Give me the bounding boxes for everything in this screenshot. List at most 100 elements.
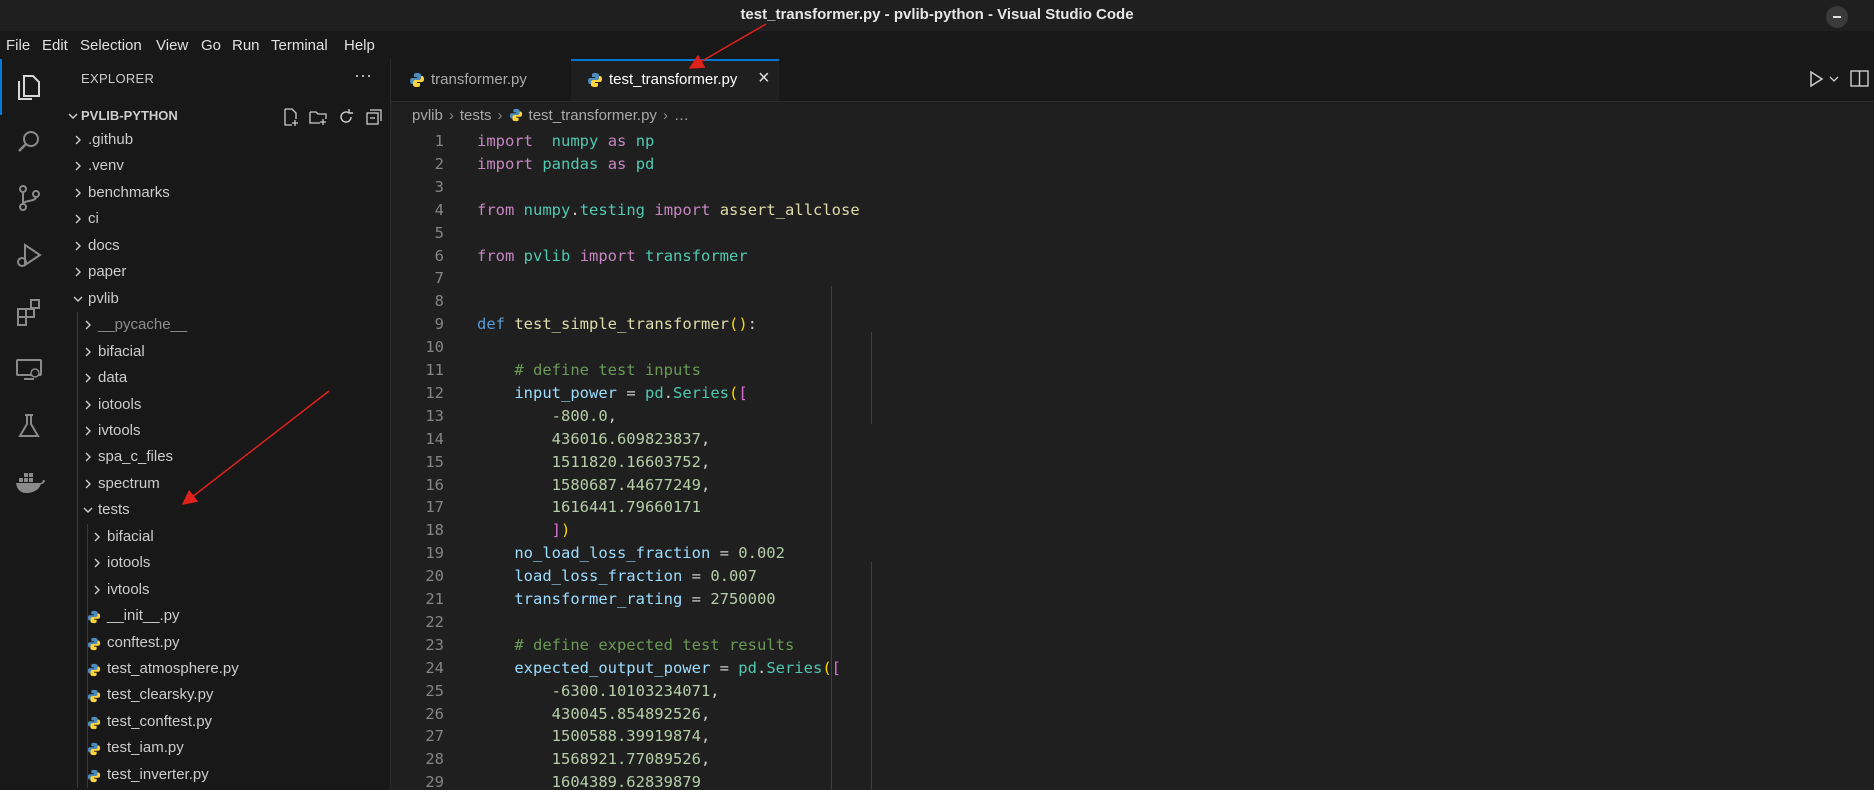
tree-folder[interactable]: tests bbox=[58, 497, 390, 523]
new-file-icon[interactable] bbox=[280, 107, 300, 127]
breadcrumb-pvlib[interactable]: pvlib bbox=[412, 107, 443, 124]
tree-folder[interactable]: .venv bbox=[58, 153, 390, 179]
tree-folder[interactable]: docs bbox=[58, 233, 390, 259]
tree-item-label: bifacial bbox=[98, 342, 145, 360]
tree-folder[interactable]: spectrum bbox=[58, 471, 390, 497]
menu-run[interactable]: Run bbox=[232, 37, 260, 54]
close-tab-icon[interactable]: × bbox=[758, 67, 770, 90]
tree-folder[interactable]: __pycache__ bbox=[58, 312, 390, 338]
line-number: 20 bbox=[425, 567, 444, 586]
tree-file[interactable]: conftest.py bbox=[58, 630, 390, 656]
code-text: -800.0, bbox=[477, 407, 617, 425]
remote-explorer-icon[interactable] bbox=[11, 351, 47, 387]
collapse-all-icon[interactable] bbox=[364, 107, 384, 127]
tree-folder[interactable]: data bbox=[58, 365, 390, 391]
tree-file[interactable]: test_iam.py bbox=[58, 735, 390, 761]
menu-help[interactable]: Help bbox=[344, 37, 375, 54]
code-token: 1580687.44677249 bbox=[551, 475, 701, 494]
menu-edit[interactable]: Edit bbox=[42, 37, 68, 54]
testing-icon[interactable] bbox=[11, 408, 47, 444]
source-control-icon[interactable] bbox=[11, 180, 47, 216]
tree-item-label: paper bbox=[88, 263, 127, 281]
code-token: testing bbox=[579, 200, 646, 219]
code-token: import bbox=[477, 132, 533, 150]
code-token: = bbox=[710, 544, 739, 563]
tree-item-label: iotools bbox=[107, 554, 151, 572]
minimize-button[interactable] bbox=[1826, 6, 1848, 28]
tree-folder[interactable]: iotools bbox=[58, 392, 390, 418]
run-file-icon[interactable] bbox=[1807, 69, 1843, 89]
menu-terminal[interactable]: Terminal bbox=[271, 37, 328, 54]
refresh-icon[interactable] bbox=[336, 107, 356, 127]
chevron-right-icon bbox=[85, 426, 91, 436]
tree-folder[interactable]: bifacial bbox=[58, 524, 390, 550]
files-icon[interactable] bbox=[11, 69, 47, 105]
menu-go[interactable]: Go bbox=[201, 37, 221, 54]
chevron-right-icon bbox=[85, 400, 91, 409]
breadcrumb-symbol[interactable]: … bbox=[674, 107, 689, 124]
code-token: numpy bbox=[551, 132, 599, 150]
tree-file[interactable]: test_clearsky.py bbox=[58, 682, 390, 708]
tree-file[interactable]: test_conftest.py bbox=[58, 709, 390, 735]
tree-folder[interactable]: iotools bbox=[58, 550, 390, 576]
docker-icon[interactable] bbox=[11, 464, 47, 500]
tab-transformer[interactable]: transformer.py bbox=[391, 59, 569, 101]
line-number: 19 bbox=[425, 544, 444, 563]
tree-folder[interactable]: ci bbox=[58, 206, 390, 232]
workspace-root[interactable]: PVLIB-PYTHON bbox=[58, 105, 390, 127]
tree-folder[interactable]: bifacial bbox=[58, 339, 390, 365]
tree-folder[interactable]: ivtools bbox=[58, 418, 390, 444]
code-token: 1568921.77089526 bbox=[551, 750, 701, 769]
tree-file[interactable]: __init__.py bbox=[58, 603, 390, 629]
split-editor-icon[interactable] bbox=[1849, 69, 1871, 89]
tree-folder[interactable]: spa_c_files bbox=[58, 444, 390, 470]
new-folder-icon[interactable] bbox=[308, 107, 328, 127]
code-token: 0.007 bbox=[710, 567, 757, 586]
menu-selection[interactable]: Selection bbox=[80, 37, 142, 54]
tree-file[interactable]: test_atmosphere.py bbox=[58, 656, 390, 682]
menu-file[interactable]: File bbox=[6, 37, 30, 54]
extensions-icon[interactable] bbox=[11, 294, 47, 330]
search-icon[interactable] bbox=[11, 124, 47, 160]
line-number: 3 bbox=[434, 177, 444, 196]
code-line: 21 transformer_rating = 2750000 bbox=[391, 588, 1874, 610]
menu-view[interactable]: View bbox=[156, 37, 188, 54]
chevron-right-icon bbox=[85, 452, 91, 462]
tree-folder[interactable]: paper bbox=[58, 259, 390, 285]
breadcrumb-file[interactable]: test_transformer.py bbox=[529, 107, 657, 124]
tree-file[interactable]: test_inverter.py bbox=[58, 762, 390, 788]
tab-label: transformer.py bbox=[431, 71, 527, 88]
code-editor[interactable]: 1 import numpy as np 2 import pandas as pd 3… bbox=[391, 126, 1874, 790]
chevron-right-icon bbox=[75, 188, 81, 198]
activity-bar bbox=[0, 59, 58, 790]
code-token: 1616441.79660171 bbox=[551, 498, 701, 517]
code-text: from pvlib import transformer bbox=[477, 247, 748, 265]
code-token: , bbox=[700, 429, 711, 448]
line-number: 8 bbox=[434, 292, 444, 311]
code-line: 10 bbox=[391, 336, 1874, 358]
tree-item-label: spa_c_files bbox=[98, 448, 174, 466]
tree-item-label: ivtools bbox=[107, 580, 150, 598]
tree-folder[interactable]: .github bbox=[58, 127, 390, 153]
code-token: , bbox=[700, 452, 711, 471]
tab-test-transformer[interactable]: test_transformer.py × bbox=[571, 59, 779, 101]
code-token: : bbox=[747, 315, 757, 334]
tree-folder[interactable]: pvlib bbox=[58, 286, 390, 312]
code-text: no_load_loss_fraction = 0.002 bbox=[477, 544, 785, 562]
run-debug-icon[interactable] bbox=[11, 237, 47, 273]
tree-folder[interactable]: ivtools bbox=[58, 577, 390, 603]
line-number: 9 bbox=[434, 315, 444, 334]
breadcrumb-tests[interactable]: tests bbox=[460, 107, 492, 124]
line-number: 12 bbox=[425, 383, 444, 402]
chevron-down-icon bbox=[83, 507, 93, 514]
more-actions-icon[interactable]: ··· bbox=[354, 65, 372, 86]
tree-folder[interactable]: benchmarks bbox=[58, 180, 390, 206]
